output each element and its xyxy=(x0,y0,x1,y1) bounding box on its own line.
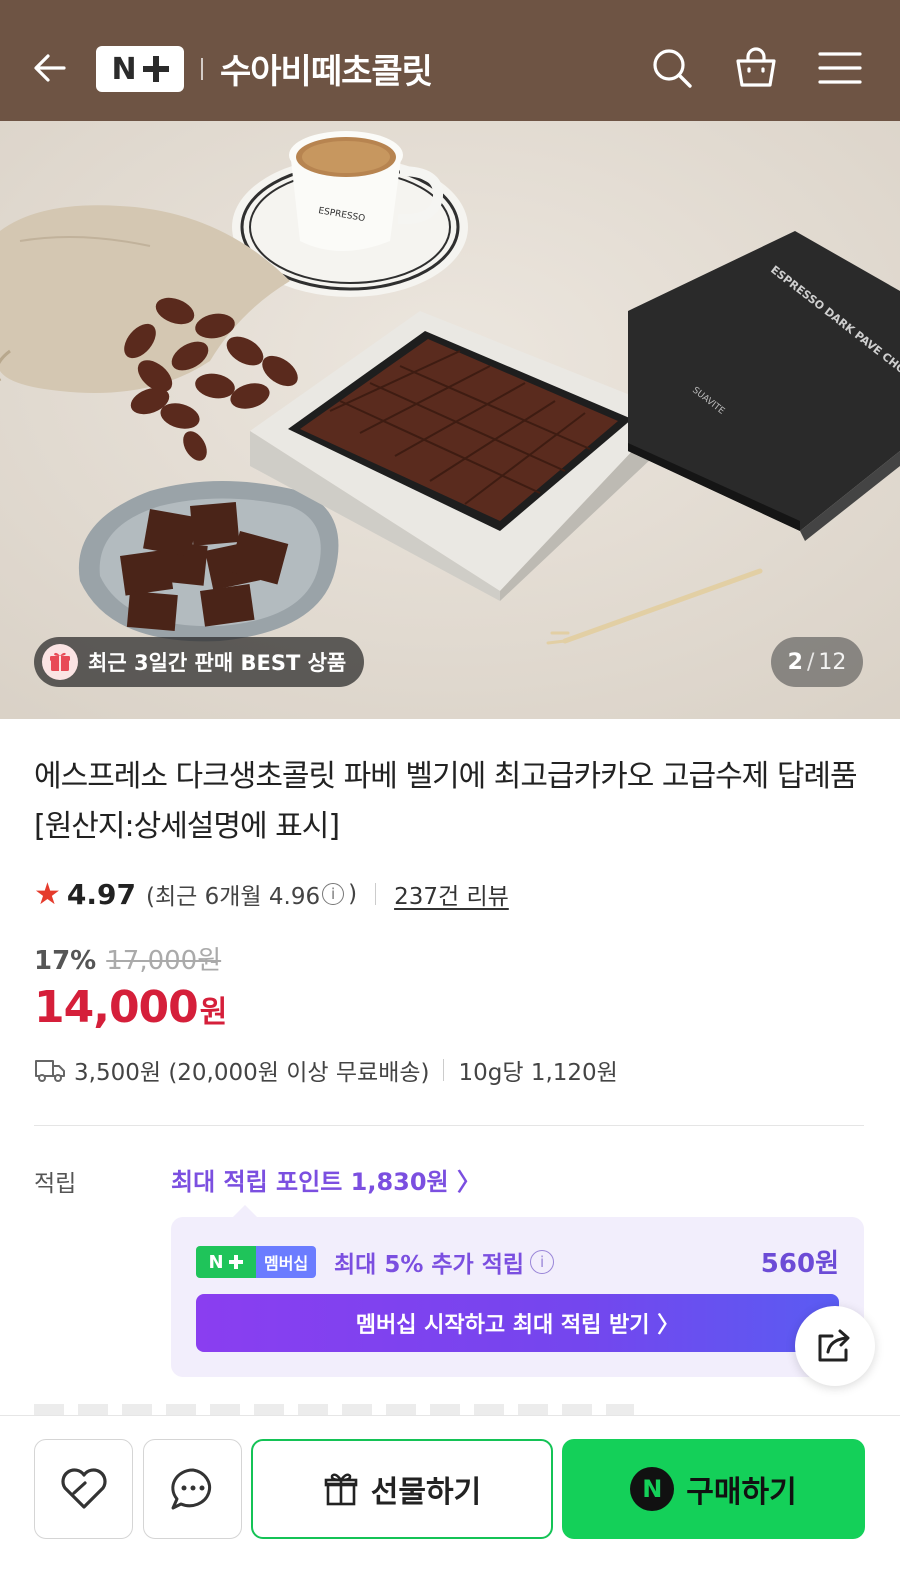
unit-price: 10g당 1,120원 xyxy=(458,1060,618,1086)
naver-plus-badge: N xyxy=(196,1246,256,1278)
recent-rating: (최근 6개월 4.96 xyxy=(146,884,321,910)
search-icon xyxy=(653,49,692,88)
info-icon[interactable]: i xyxy=(530,1250,555,1274)
naver-n-letter: N xyxy=(208,1251,224,1273)
hamburger-menu-icon xyxy=(818,52,862,84)
star-icon: ★ xyxy=(34,876,61,912)
original-price: 17,000원 xyxy=(106,946,222,976)
naver-n-letter: N xyxy=(111,51,137,87)
max-points-link[interactable]: 최대 적립 포인트 1,830원 〉 xyxy=(171,1162,481,1197)
share-icon xyxy=(818,1329,850,1362)
store-name[interactable]: 수아비떼초콜릿 xyxy=(220,44,433,93)
rating-row: ★ 4.97 (최근 6개월 4.96 i ) 237건 리뷰 xyxy=(34,874,509,914)
discount-percent: 17% xyxy=(34,946,97,976)
extra-points-text: 최대 5% 추가 적립 i xyxy=(334,1245,555,1279)
app-header: N 수아비떼초콜릿 xyxy=(0,0,900,121)
naver-plus-logo[interactable]: N xyxy=(96,46,184,92)
buy-button-label: 구매하기 xyxy=(686,1475,797,1510)
plus-icon xyxy=(142,56,169,82)
like-button[interactable] xyxy=(34,1439,133,1539)
product-photo: ESPRESSO ESPRESSO DARK PAVE CHOC SUAVITE xyxy=(0,121,900,719)
bottom-action-bar: 선물하기 N 구매하기 xyxy=(0,1415,900,1572)
extra-points-amount: 560원 xyxy=(760,1249,839,1279)
best-seller-badge: 최근 3일간 판매 BEST 상품 xyxy=(34,637,365,687)
share-button[interactable] xyxy=(795,1306,875,1386)
gift-button[interactable]: 선물하기 xyxy=(251,1439,553,1539)
shipping-row: 3,500원 (20,000원 이상 무료배송) 10g당 1,120원 xyxy=(34,1052,618,1088)
membership-label: 멤버십 xyxy=(256,1246,317,1278)
extra-points-label: 최대 5% 추가 적립 xyxy=(334,1252,525,1278)
product-title: 에스프레소 다크생초콜릿 파베 벨기에 최고급카카오 고급수제 답례품 [원산지… xyxy=(34,759,858,844)
buy-button[interactable]: N 구매하기 xyxy=(562,1439,865,1539)
info-icon[interactable]: i xyxy=(322,883,345,905)
naver-pay-icon: N xyxy=(630,1467,675,1511)
plus-icon xyxy=(228,1255,243,1269)
truck-icon xyxy=(35,1060,65,1082)
search-button[interactable] xyxy=(648,44,696,92)
sale-price-unit: 원 xyxy=(199,995,228,1030)
points-label: 적립 xyxy=(34,1171,77,1197)
review-count-link[interactable]: 237건 리뷰 xyxy=(394,877,509,911)
sale-price-value: 14,000 xyxy=(34,982,199,1033)
gift-box-icon xyxy=(324,1473,358,1506)
back-button[interactable] xyxy=(28,44,72,92)
membership-points-box: N 멤버십 최대 5% 추가 적립 i 560원 멤버십 시작하고 최대 적립 … xyxy=(171,1205,864,1377)
gift-icon xyxy=(42,644,78,680)
header-divider xyxy=(201,58,203,80)
divider xyxy=(375,883,377,905)
arrow-left-icon xyxy=(34,54,66,82)
menu-button[interactable] xyxy=(816,44,864,92)
best-seller-text: 최근 3일간 판매 BEST 상품 xyxy=(88,651,347,675)
rating-score: 4.97 xyxy=(66,877,136,911)
chat-button[interactable] xyxy=(143,1439,242,1539)
page-total: 12 xyxy=(818,649,847,675)
page-separator: / xyxy=(806,649,815,675)
naver-plus-membership-badge: N 멤버십 xyxy=(196,1246,317,1278)
heart-icon xyxy=(60,1468,107,1509)
product-image-carousel[interactable]: ESPRESSO ESPRESSO DARK PAVE CHOC SUAVITE xyxy=(0,121,900,719)
section-divider xyxy=(34,1125,864,1126)
gift-button-label: 선물하기 xyxy=(370,1475,482,1510)
divider xyxy=(443,1059,445,1081)
start-membership-button[interactable]: 멤버십 시작하고 최대 적립 받기 〉 xyxy=(196,1294,839,1352)
cart-button[interactable] xyxy=(732,44,780,92)
recent-rating-close: ) xyxy=(348,881,358,907)
page-current: 2 xyxy=(787,649,803,675)
discount-row: 17% 17,000원 xyxy=(34,940,221,977)
chat-bubble-icon xyxy=(170,1468,211,1510)
shopping-bag-icon xyxy=(736,47,776,87)
image-page-counter: 2 / 12 xyxy=(771,637,863,687)
sale-price: 14,000 원 xyxy=(34,982,227,1033)
shipping-fee: 3,500원 (20,000원 이상 무료배송) xyxy=(74,1060,430,1086)
